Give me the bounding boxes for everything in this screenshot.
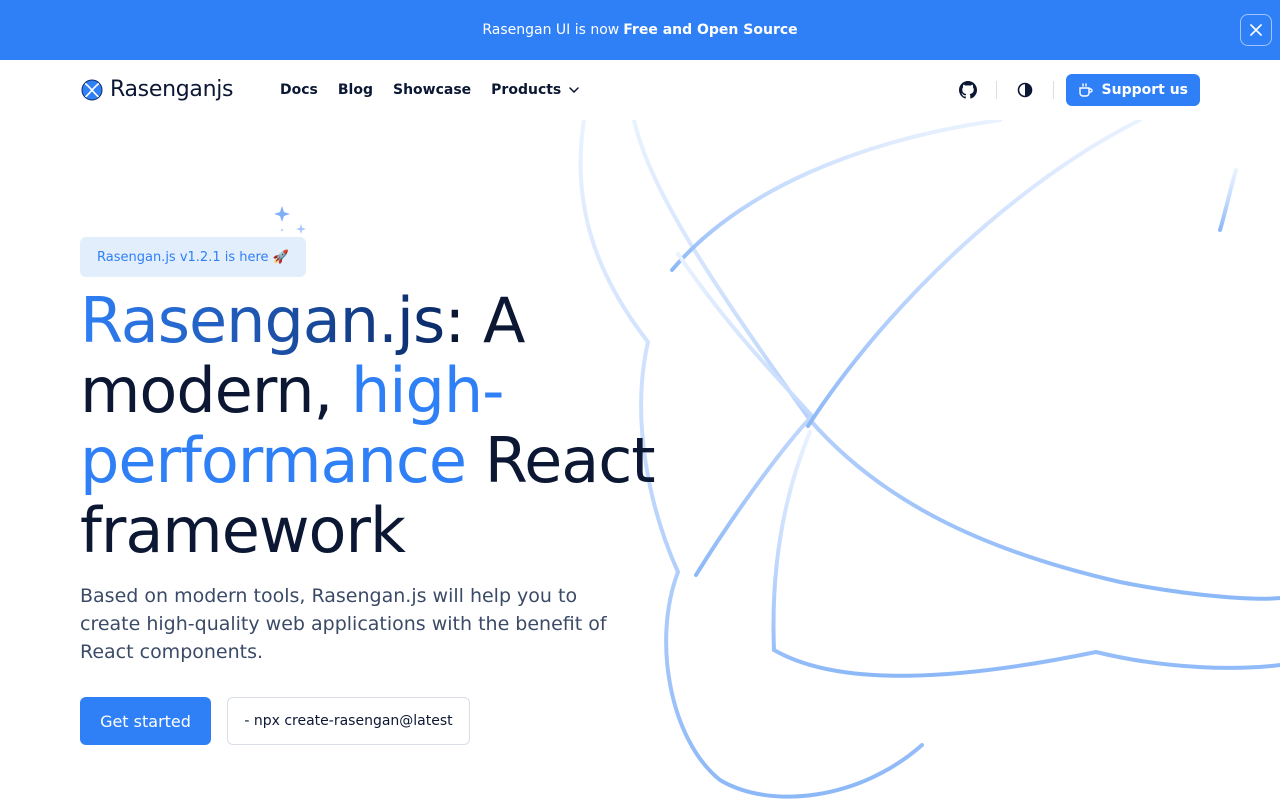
hero-title-brand: Rasengan.js bbox=[80, 284, 445, 357]
banner-close-button[interactable] bbox=[1240, 14, 1272, 46]
top-nav: Rasenganjs Docs Blog Showcase Products S… bbox=[0, 60, 1280, 120]
hero-swirl-graphic bbox=[578, 120, 1280, 799]
nav-link-docs[interactable]: Docs bbox=[280, 80, 318, 100]
nav-link-showcase[interactable]: Showcase bbox=[393, 80, 471, 100]
brand-name: Rasenganjs bbox=[110, 77, 234, 102]
contrast-icon bbox=[1017, 82, 1032, 98]
chevron-down-icon bbox=[569, 87, 580, 93]
banner-text: Rasengan UI is now bbox=[482, 22, 620, 38]
nav-link-products-label: Products bbox=[491, 82, 562, 98]
sparkles-icon bbox=[274, 206, 306, 234]
github-button[interactable] bbox=[952, 74, 984, 106]
nav-divider bbox=[995, 81, 997, 99]
close-icon bbox=[1250, 24, 1262, 36]
hero-description: Based on modern tools, Rasengan.js will … bbox=[80, 585, 607, 663]
hero-title: Rasengan.js: A modern, high-performance … bbox=[80, 286, 660, 566]
rasengan-logo-icon bbox=[81, 79, 103, 100]
support-us-button[interactable]: Support us bbox=[1065, 74, 1200, 106]
github-icon bbox=[958, 81, 977, 99]
announcement-banner: Rasengan UI is now Free and Open Source bbox=[0, 0, 1280, 60]
nav-link-blog[interactable]: Blog bbox=[338, 80, 373, 100]
nav-actions: Support us bbox=[952, 74, 1200, 106]
support-us-label: Support us bbox=[1101, 82, 1188, 98]
main-menu: Docs Blog Showcase Products bbox=[280, 80, 599, 100]
brand-logo[interactable]: Rasenganjs bbox=[80, 77, 234, 102]
banner-highlight: Free and Open Source bbox=[623, 22, 798, 38]
release-badge[interactable]: Rasengan.js v1.2.1 is here 🚀 bbox=[80, 237, 306, 277]
nav-link-products[interactable]: Products bbox=[491, 80, 580, 100]
coffee-icon bbox=[1078, 83, 1093, 97]
nav-divider bbox=[1052, 81, 1054, 99]
install-command-button[interactable]: - npx create-rasengan@latest bbox=[227, 697, 470, 745]
get-started-button[interactable]: Get started bbox=[80, 697, 211, 745]
theme-toggle-button[interactable] bbox=[1009, 74, 1041, 106]
